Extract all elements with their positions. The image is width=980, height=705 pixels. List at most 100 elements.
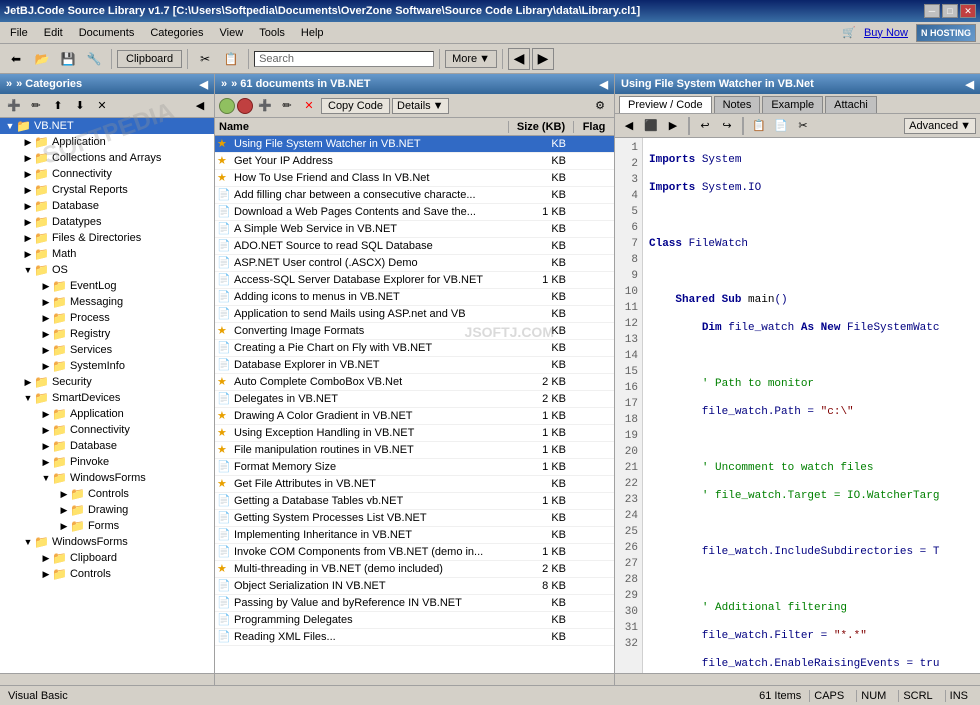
tree-item-smartdevices[interactable]: ▼ 📁 SmartDevices: [0, 390, 214, 406]
doc-stop-btn[interactable]: [237, 98, 253, 114]
tree-item-services[interactable]: ▶ 📁 Services: [0, 342, 214, 358]
tree-collapse-btn[interactable]: ◀: [190, 97, 210, 115]
doc-play-btn[interactable]: [219, 98, 235, 114]
nav-fwd-btn[interactable]: ▶: [532, 48, 554, 70]
tree-item-sd-wf-drawing[interactable]: ▶ 📁 Drawing: [0, 502, 214, 518]
doc-row-19[interactable]: 📄 Format Memory Size 1 KB: [215, 459, 614, 476]
menu-edit[interactable]: Edit: [38, 25, 69, 41]
tree-item-eventlog[interactable]: ▶ 📁 EventLog: [0, 278, 214, 294]
tab-notes[interactable]: Notes: [714, 96, 761, 113]
maximize-button[interactable]: □: [942, 4, 958, 18]
details-button[interactable]: Details ▼: [392, 98, 449, 114]
tree-item-vbnet[interactable]: ▼ 📁 VB.NET: [0, 118, 214, 134]
doc-row-7[interactable]: 📄 ASP.NET User control (.ASCX) Demo KB: [215, 255, 614, 272]
tree-up-btn[interactable]: ⬆: [48, 97, 68, 115]
tree-item-crystal[interactable]: ▶ 📁 Crystal Reports: [0, 182, 214, 198]
doc-row-9[interactable]: 📄 Adding icons to menus in VB.NET KB: [215, 289, 614, 306]
clipboard-button[interactable]: Clipboard: [117, 50, 182, 68]
doc-row-13[interactable]: 📄 Database Explorer in VB.NET KB: [215, 357, 614, 374]
tree-item-registry[interactable]: ▶ 📁 Registry: [0, 326, 214, 342]
doc-row-28[interactable]: 📄 Programming Delegates KB: [215, 612, 614, 629]
tree-item-connectivity[interactable]: ▶ 📁 Connectivity: [0, 166, 214, 182]
menu-documents[interactable]: Documents: [73, 25, 141, 41]
menu-file[interactable]: File: [4, 25, 34, 41]
tree-item-sd-wf-forms[interactable]: ▶ 📁 Forms: [0, 518, 214, 534]
doc-row-29[interactable]: 📄 Reading XML Files... KB: [215, 629, 614, 646]
tree-add-btn[interactable]: ➕: [4, 97, 24, 115]
doc-add-btn[interactable]: ➕: [255, 97, 275, 115]
code-btn-1[interactable]: ◀: [619, 117, 639, 135]
tree-item-wf[interactable]: ▼ 📁 WindowsForms: [0, 534, 214, 550]
tab-preview-code[interactable]: Preview / Code: [619, 96, 712, 113]
tree-delete-btn[interactable]: ✕: [92, 97, 112, 115]
doc-row-26[interactable]: 📄 Object Serialization IN VB.NET 8 KB: [215, 578, 614, 595]
tree-item-sd-pinvoke[interactable]: ▶ 📁 Pinvoke: [0, 454, 214, 470]
tree-item-math[interactable]: ▶ 📁 Math: [0, 246, 214, 262]
doc-row-24[interactable]: 📄 Invoke COM Components from VB.NET (dem…: [215, 544, 614, 561]
doc-delete-btn[interactable]: ✕: [299, 97, 319, 115]
tree-item-sysinfo[interactable]: ▶ 📁 SystemInfo: [0, 358, 214, 374]
menu-view[interactable]: View: [214, 25, 250, 41]
toolbar-btn-1[interactable]: ⬅: [4, 48, 28, 70]
code-paste-btn[interactable]: 📄: [771, 117, 791, 135]
tree-item-sd-app[interactable]: ▶ 📁 Application: [0, 406, 214, 422]
doc-scrollbar[interactable]: [215, 673, 614, 685]
doc-row-16[interactable]: ★ Drawing A Color Gradient in VB.NET 1 K…: [215, 408, 614, 425]
tree-item-wf-clipboard[interactable]: ▶ 📁 Clipboard: [0, 550, 214, 566]
code-area[interactable]: 12345 678910 1112131415 1617181920 21222…: [615, 138, 980, 673]
more-button[interactable]: More ▼: [445, 50, 497, 68]
code-copy-btn[interactable]: 📋: [749, 117, 769, 135]
doc-row-14[interactable]: ★ Auto Complete ComboBox VB.Net 2 KB: [215, 374, 614, 391]
code-btn-3[interactable]: ▶: [663, 117, 683, 135]
code-scrollbar-h[interactable]: [615, 673, 980, 685]
tree-item-collections[interactable]: ▶ 📁 Collections and Arrays: [0, 150, 214, 166]
doc-row-15[interactable]: 📄 Delegates in VB.NET 2 KB: [215, 391, 614, 408]
search-input[interactable]: [298, 53, 438, 65]
doc-row-25[interactable]: ★ Multi-threading in VB.NET (demo includ…: [215, 561, 614, 578]
code-undo-btn[interactable]: ↩: [695, 117, 715, 135]
tree-item-os[interactable]: ▼ 📁 OS: [0, 262, 214, 278]
tree-item-security[interactable]: ▶ 📁 Security: [0, 374, 214, 390]
doc-row-1[interactable]: ★ Get Your IP Address KB: [215, 153, 614, 170]
doc-row-0[interactable]: ★ Using File System Watcher in VB.NET KB: [215, 136, 614, 153]
tab-attachments[interactable]: Attachi: [825, 96, 877, 113]
code-cut-btn[interactable]: ✂: [793, 117, 813, 135]
doc-row-6[interactable]: 📄 ADO.NET Source to read SQL Database KB: [215, 238, 614, 255]
menu-categories[interactable]: Categories: [144, 25, 209, 41]
tree-edit-btn[interactable]: ✏: [26, 97, 46, 115]
tree-item-files[interactable]: ▶ 📁 Files & Directories: [0, 230, 214, 246]
doc-row-17[interactable]: ★ Using Exception Handling in VB.NET 1 K…: [215, 425, 614, 442]
categories-scrollbar[interactable]: [0, 673, 214, 685]
code-btn-2[interactable]: ⬛: [641, 117, 661, 135]
tab-example[interactable]: Example: [762, 96, 823, 113]
toolbar-btn-5[interactable]: ✂: [193, 48, 217, 70]
doc-row-2[interactable]: ★ How To Use Friend and Class In VB.Net …: [215, 170, 614, 187]
tree-item-sd-conn[interactable]: ▶ 📁 Connectivity: [0, 422, 214, 438]
menu-tools[interactable]: Tools: [253, 25, 291, 41]
doc-row-12[interactable]: 📄 Creating a Pie Chart on Fly with VB.NE…: [215, 340, 614, 357]
doc-edit-btn[interactable]: ✏: [277, 97, 297, 115]
doc-row-10[interactable]: 📄 Application to send Mails using ASP.ne…: [215, 306, 614, 323]
toolbar-btn-2[interactable]: 📂: [30, 48, 54, 70]
tree-item-application[interactable]: ▶ 📁 Application: [0, 134, 214, 150]
doc-row-22[interactable]: 📄 Getting System Processes List VB.NET K…: [215, 510, 614, 527]
close-button[interactable]: ✕: [960, 4, 976, 18]
tree-item-database[interactable]: ▶ 📁 Database: [0, 198, 214, 214]
tree-item-messaging[interactable]: ▶ 📁 Messaging: [0, 294, 214, 310]
tree-item-process[interactable]: ▶ 📁 Process: [0, 310, 214, 326]
doc-row-20[interactable]: ★ Get File Attributes in VB.NET KB: [215, 476, 614, 493]
doc-settings-btn[interactable]: ⚙: [590, 97, 610, 115]
doc-row-23[interactable]: 📄 Implementing Inheritance in VB.NET KB: [215, 527, 614, 544]
tree-item-sd-db[interactable]: ▶ 📁 Database: [0, 438, 214, 454]
toolbar-btn-6[interactable]: 📋: [219, 48, 243, 70]
doc-row-21[interactable]: 📄 Getting a Database Tables vb.NET 1 KB: [215, 493, 614, 510]
minimize-button[interactable]: ─: [924, 4, 940, 18]
doc-row-11[interactable]: ★ Converting Image Formats KB JSOFTJ.COM: [215, 323, 614, 340]
code-redo-btn[interactable]: ↪: [717, 117, 737, 135]
doc-row-27[interactable]: 📄 Passing by Value and byReference IN VB…: [215, 595, 614, 612]
doc-row-8[interactable]: 📄 Access-SQL Server Database Explorer fo…: [215, 272, 614, 289]
buy-now-link[interactable]: Buy Now: [864, 27, 908, 39]
toolbar-btn-3[interactable]: 💾: [56, 48, 80, 70]
tree-down-btn[interactable]: ⬇: [70, 97, 90, 115]
tree-item-datatypes[interactable]: ▶ 📁 Datatypes: [0, 214, 214, 230]
